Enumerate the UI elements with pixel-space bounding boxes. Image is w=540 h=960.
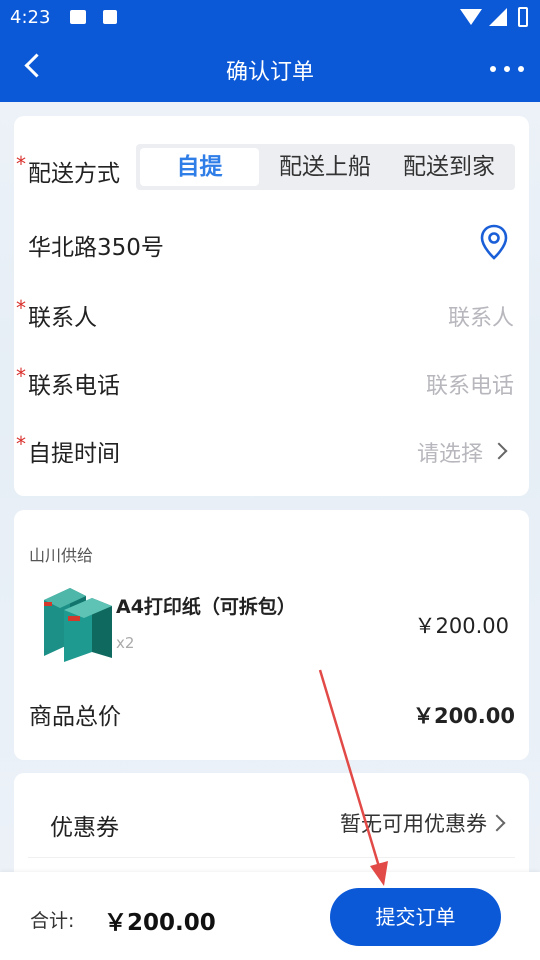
delivery-method-label: 配送方式 (28, 161, 120, 187)
delivery-info-card: * 配送方式 自提 配送上船 配送到家 华北路350号 * 联系人 联系人 * … (14, 116, 529, 496)
more-options-icon[interactable] (490, 66, 524, 72)
location-pin-icon[interactable] (479, 224, 509, 260)
coupon-value[interactable]: 暂无可用优惠券 (340, 808, 487, 838)
goods-total-label: 商品总价 (29, 704, 121, 730)
required-mark: * (16, 364, 26, 388)
product-price: ￥200.00 (414, 614, 509, 638)
sum-value: ￥200.00 (104, 910, 216, 936)
order-summary-card: 山川供给 A4打印纸（可拆包） x2 ￥200.00 商品总价 ￥200.00 (14, 510, 529, 760)
image-notification-icon (70, 10, 86, 24)
delivery-option-to-home[interactable]: 配送到家 (389, 144, 509, 190)
checkout-bar: 合计: ￥200.00 提交订单 (0, 872, 540, 960)
required-mark: * (16, 296, 26, 320)
app-header: 确认订单 (0, 36, 540, 102)
battery-icon (518, 7, 528, 27)
product-name: A4打印纸（可拆包） (116, 596, 296, 618)
phone-input[interactable]: 联系电话 (426, 368, 514, 400)
sum-label: 合计: (30, 910, 75, 932)
delivery-option-self-pickup[interactable]: 自提 (140, 148, 259, 186)
signal-icon (489, 8, 507, 26)
submit-order-button[interactable]: 提交订单 (330, 888, 501, 946)
supplier-name: 山川供给 (29, 546, 94, 565)
product-image[interactable] (40, 582, 114, 662)
chevron-right-icon (490, 442, 508, 460)
status-bar: 4:23 (0, 0, 540, 36)
product-quantity: x2 (116, 634, 135, 652)
chevron-right-icon (488, 814, 506, 832)
required-mark: * (16, 432, 26, 456)
pickup-time-label: 自提时间 (28, 441, 120, 467)
delivery-option-to-ship[interactable]: 配送上船 (265, 144, 385, 190)
divider (28, 857, 515, 858)
pickup-time-select[interactable]: 请选择 (417, 436, 483, 468)
app-notification-icon (103, 10, 117, 24)
delivery-method-selector: 自提 配送上船 配送到家 (136, 144, 515, 190)
status-time: 4:23 (10, 7, 51, 28)
coupon-label: 优惠券 (50, 815, 119, 841)
coupon-card[interactable]: 优惠券 暂无可用优惠券 (14, 773, 529, 883)
phone-label: 联系电话 (28, 373, 120, 399)
goods-total-value: ￥200.00 (412, 704, 515, 728)
contact-label: 联系人 (28, 305, 97, 331)
contact-input[interactable]: 联系人 (448, 300, 514, 332)
address-text[interactable]: 华北路350号 (28, 228, 164, 262)
page-title: 确认订单 (225, 60, 314, 85)
wifi-icon (460, 9, 482, 25)
required-mark: * (16, 152, 26, 176)
